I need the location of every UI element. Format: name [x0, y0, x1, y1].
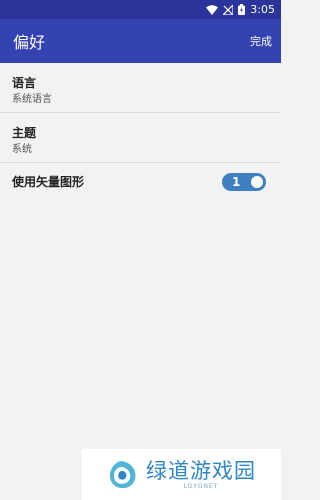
app-bar: 偏好 完成 — [0, 19, 281, 63]
toggle-knob — [251, 176, 263, 188]
watermark-subtext: LDYGNET — [183, 482, 219, 490]
watermark-text: 绿道游戏园 — [146, 458, 256, 483]
theme-setting-title: 主题 — [12, 126, 37, 140]
status-time: 3:05 — [250, 3, 275, 16]
theme-setting-summary: 系统 — [12, 144, 32, 155]
language-setting-summary: 系统语言 — [12, 94, 52, 105]
settings-list: 语言 系统语言 主题 系统 使用矢量图形 1 — [0, 63, 281, 201]
status-bar: 3:05 — [0, 0, 281, 19]
language-setting[interactable]: 语言 系统语言 — [0, 63, 281, 113]
page-title: 偏好 — [13, 33, 46, 52]
theme-setting[interactable]: 主题 系统 — [0, 113, 281, 163]
watermark: 绿道游戏园 LDYGNET — [82, 449, 281, 500]
watermark-logo-icon — [109, 460, 136, 488]
vector-graphics-toggle[interactable]: 1 — [222, 173, 266, 191]
signal-icon — [223, 4, 234, 15]
wifi-icon — [206, 4, 219, 15]
toggle-label: 1 — [232, 175, 241, 189]
vector-graphics-setting-title: 使用矢量图形 — [12, 175, 85, 189]
vector-graphics-setting[interactable]: 使用矢量图形 1 — [0, 163, 281, 201]
done-button[interactable]: 完成 — [250, 33, 272, 49]
watermark-text-group: 绿道游戏园 LDYGNET — [146, 459, 256, 491]
language-setting-title: 语言 — [12, 76, 37, 90]
battery-icon — [238, 4, 246, 15]
